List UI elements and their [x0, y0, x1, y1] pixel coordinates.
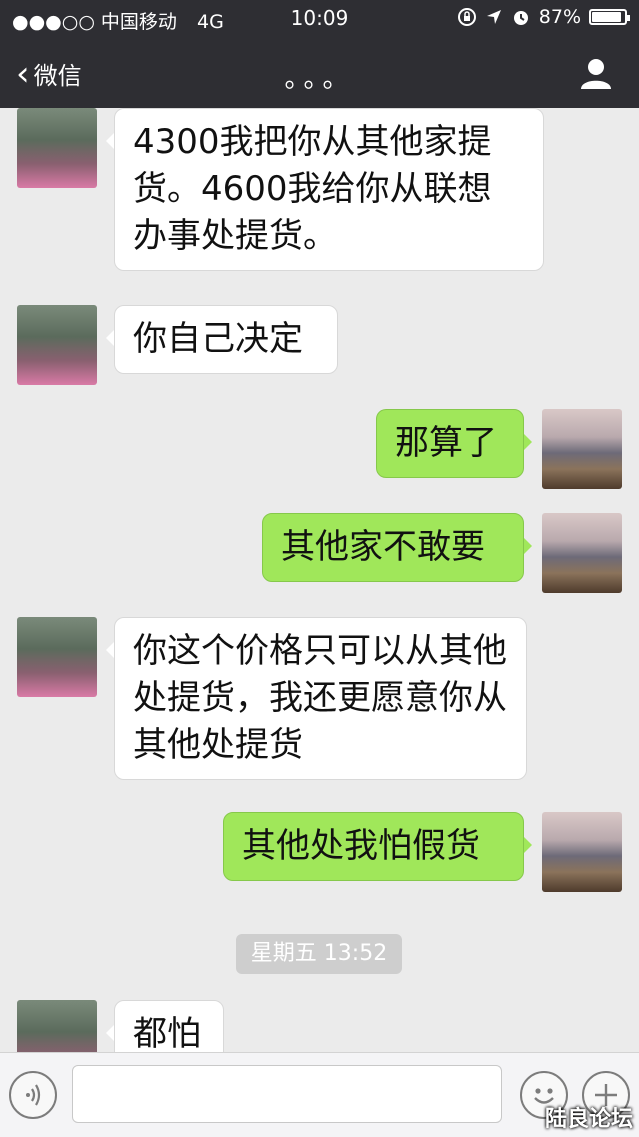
message-text: 那算了 [395, 423, 497, 463]
voice-button[interactable] [9, 1071, 57, 1119]
orientation-lock-icon [457, 8, 476, 26]
input-bar: 陆良论坛 [0, 1052, 639, 1137]
forum-watermark: 陆良论坛 [544, 1107, 633, 1132]
contact-info-icon[interactable] [579, 56, 613, 90]
message-text: 你自己决定 [133, 319, 303, 359]
timestamp-badge: 星期五 13:52 [236, 934, 402, 974]
contact-avatar[interactable] [17, 1000, 97, 1052]
contact-avatar[interactable] [17, 617, 97, 697]
my-avatar[interactable] [542, 513, 622, 593]
top-bar: ●●●○○ 中国移动 4G 10:09 87% ‹ 微信 。。。 [0, 0, 639, 108]
message-bubble-outgoing[interactable]: 其他处我怕假货 [223, 812, 532, 881]
message-input[interactable] [72, 1065, 502, 1123]
message-bubble-incoming[interactable]: 你这个价格只可以从其他处提货，我还更愿意你从其他处提货 [106, 617, 527, 780]
contact-avatar[interactable] [17, 108, 97, 188]
status-bar: ●●●○○ 中国移动 4G 10:09 87% [0, 0, 639, 36]
alarm-icon [513, 11, 528, 25]
battery-icon [589, 9, 630, 25]
message-bubble-outgoing[interactable]: 那算了 [376, 409, 532, 478]
message-text: 你这个价格只可以从其他处提货，我还更愿意你从其他处提货 [133, 631, 507, 765]
location-arrow-icon [486, 10, 501, 24]
message-text: 其他处我怕假货 [242, 826, 480, 866]
chat-title: 。。。 [284, 64, 355, 94]
contact-avatar[interactable] [17, 305, 97, 385]
message-text: 其他家不敢要 [281, 527, 485, 567]
message-bubble-outgoing[interactable]: 其他家不敢要 [262, 513, 532, 582]
my-avatar[interactable] [542, 812, 622, 892]
voice-icon [26, 1084, 41, 1106]
battery-percent: 87% [538, 6, 581, 28]
message-text: 都怕 [133, 1014, 201, 1052]
navigation-bar: ‹ 微信 。。。 [0, 40, 639, 106]
message-bubble-incoming[interactable]: 都怕 [106, 1000, 224, 1052]
message-bubble-incoming[interactable]: 你自己决定 [106, 305, 338, 374]
message-bubble-incoming[interactable]: 4300我把你从其他家提货。4600我给你从联想办事处提货。 [106, 108, 544, 271]
my-avatar[interactable] [542, 409, 622, 489]
message-text: 4300我把你从其他家提货。4600我给你从联想办事处提货。 [133, 122, 492, 256]
status-right-icons: 87% [457, 6, 630, 28]
chat-area[interactable]: 4300我把你从其他家提货。4600我给你从联想办事处提货。 你自己决定 那算了… [0, 108, 639, 1052]
